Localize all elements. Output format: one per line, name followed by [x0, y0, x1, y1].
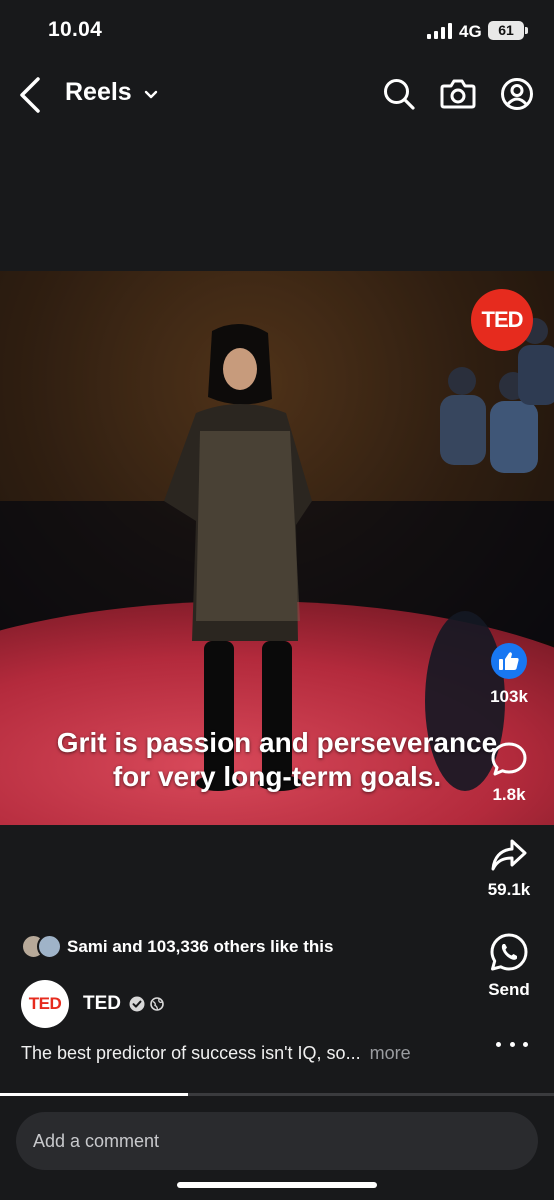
status-time: 10.04 [48, 18, 103, 41]
home-indicator [177, 1182, 377, 1188]
more-options-icon[interactable] [496, 1034, 528, 1054]
author-name[interactable]: TED [83, 993, 121, 1015]
reel-description[interactable]: The best predictor of success isn't IQ, … [21, 1043, 411, 1064]
comment-count: 1.8k [492, 785, 526, 804]
share-icon [491, 839, 527, 871]
video-progress-bar[interactable] [0, 1093, 554, 1096]
like-icon [491, 643, 527, 679]
share-button[interactable]: 59.1k [464, 838, 554, 900]
search-button[interactable] [380, 74, 418, 114]
chevron-down-icon[interactable] [142, 86, 160, 104]
description-text: The best predictor of success isn't IQ, … [21, 1043, 361, 1063]
video-progress-fill [0, 1093, 189, 1096]
author-row: TED TED [21, 980, 164, 1028]
page-title[interactable]: Reels [65, 78, 132, 107]
send-label: Send [488, 980, 530, 999]
back-button[interactable] [14, 74, 46, 116]
more-link[interactable]: more [370, 1043, 411, 1063]
share-count: 59.1k [487, 880, 531, 899]
reel-actions: 103k 1.8k 59.1k Send [464, 0, 554, 1000]
avatar [37, 934, 62, 959]
like-button[interactable]: 103k [464, 643, 554, 707]
liker-avatars [21, 934, 63, 960]
globe-icon [150, 997, 164, 1011]
send-button[interactable]: Send [464, 932, 554, 1000]
comment-input[interactable]: Add a comment [16, 1112, 538, 1170]
like-count: 103k [490, 687, 528, 706]
comment-placeholder: Add a comment [33, 1130, 160, 1151]
comment-icon [491, 742, 527, 776]
author-avatar[interactable]: TED [21, 980, 69, 1028]
likes-text: Sami and 103,336 others like this [67, 937, 334, 956]
comment-button[interactable]: 1.8k [464, 741, 554, 805]
back-arrow-icon [20, 77, 40, 113]
signal-icon [427, 23, 452, 39]
verified-badge-icon [129, 996, 145, 1012]
likes-summary[interactable]: Sami and 103,336 others like this [21, 932, 333, 962]
whatsapp-icon [490, 933, 528, 971]
search-icon [384, 79, 415, 110]
